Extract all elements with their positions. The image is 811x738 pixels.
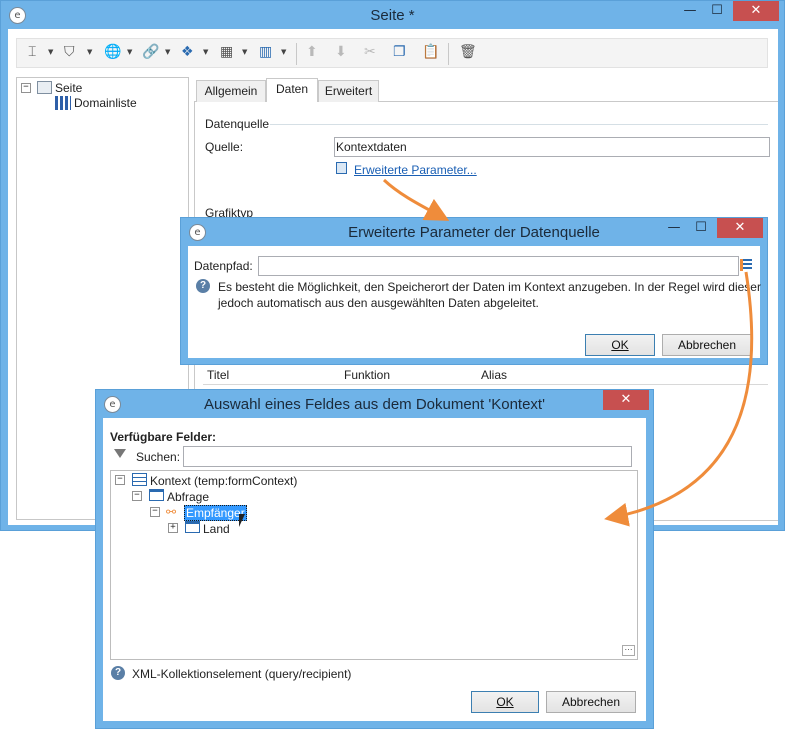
close-icon[interactable]: ✕: [717, 218, 763, 238]
collapse-icon[interactable]: −: [150, 507, 160, 517]
copy-icon[interactable]: ❐: [393, 44, 406, 60]
list-node-icon: [55, 96, 71, 110]
search-label: Suchen:: [136, 450, 181, 464]
group-divider: [270, 124, 768, 125]
close-icon[interactable]: ✕: [603, 390, 649, 410]
chevron-down-icon[interactable]: ▼: [127, 48, 132, 56]
minimize-icon[interactable]: —: [677, 1, 703, 21]
column-alias[interactable]: Alias: [481, 368, 507, 382]
source-label: Quelle:: [205, 140, 244, 154]
path-input[interactable]: [258, 256, 739, 276]
params-cancel-button[interactable]: Abbrechen: [662, 334, 752, 356]
ok-label: OK: [496, 695, 514, 709]
globe-icon[interactable]: 🌐: [104, 44, 121, 60]
maximize-icon[interactable]: ☐: [703, 1, 731, 21]
collapse-icon[interactable]: −: [132, 491, 142, 501]
more-icon[interactable]: ···: [622, 645, 635, 656]
table-icon[interactable]: ▦: [220, 44, 233, 60]
available-fields-label: Verfügbare Felder:: [110, 430, 217, 444]
advanced-parameters-link[interactable]: Erweiterte Parameter...: [354, 163, 477, 177]
help-icon: ?: [111, 666, 125, 680]
toolbar-separator: [448, 43, 449, 65]
chevron-down-icon[interactable]: ▼: [242, 48, 247, 56]
tree-node-seite[interactable]: Seite: [55, 81, 82, 95]
context-node-icon: [132, 473, 147, 486]
filter-settings-icon[interactable]: ⛉: [64, 44, 75, 60]
chevron-down-icon[interactable]: ▼: [203, 48, 208, 56]
move-up-icon[interactable]: ⬆: [306, 44, 318, 60]
tab-erweitert[interactable]: Erweitert: [318, 80, 379, 102]
search-input[interactable]: [183, 446, 632, 467]
expand-icon[interactable]: +: [168, 523, 178, 533]
page-node-icon: [37, 81, 52, 94]
source-value: Kontextdaten: [336, 140, 407, 154]
tree-node-abfrage[interactable]: Abfrage: [167, 490, 209, 504]
minimize-icon[interactable]: —: [661, 218, 687, 238]
column-funktion[interactable]: Funktion: [344, 368, 390, 382]
insert-field-icon[interactable]: ⌶: [28, 44, 36, 60]
link-node-icon: ⚯: [166, 505, 177, 519]
chevron-down-icon[interactable]: ▼: [87, 48, 92, 56]
maximize-icon[interactable]: ☐: [687, 218, 715, 238]
tree-node-empfaenger[interactable]: Empfänger: [184, 505, 247, 521]
path-label: Datenpfad:: [194, 259, 253, 273]
parameters-icon: [336, 162, 347, 174]
collapse-icon[interactable]: −: [21, 83, 31, 93]
move-down-icon[interactable]: ⬇: [335, 44, 347, 60]
help-text-line-2: jedoch automatisch aus den ausgewählten …: [218, 296, 539, 310]
footer-help-text: XML-Kollektionselement (query/recipient): [132, 667, 352, 681]
main-titlebar[interactable]: e Seite * — ☐ ✕: [1, 1, 784, 29]
help-text-line-1: Es besteht die Möglichkeit, den Speicher…: [218, 280, 761, 294]
columns-icon[interactable]: ▥: [259, 44, 272, 60]
funnel-icon: [114, 449, 126, 458]
field-titlebar[interactable]: e Auswahl eines Feldes aus dem Dokument …: [96, 390, 653, 418]
query-node-icon: [149, 489, 164, 501]
datasource-group-label: Datenquelle: [205, 117, 270, 131]
cancel-label: Abbrechen: [561, 695, 621, 709]
help-icon: ?: [196, 279, 210, 293]
chevron-down-icon[interactable]: ▼: [165, 48, 170, 56]
params-ok-button[interactable]: OK: [585, 334, 655, 356]
params-titlebar[interactable]: e Erweiterte Parameter der Datenquelle —…: [181, 218, 767, 246]
field-ok-button[interactable]: OK: [471, 691, 539, 713]
cut-icon[interactable]: ✂: [364, 44, 376, 60]
field-dialog-title: Auswahl eines Feldes aus dem Dokument 'K…: [204, 396, 545, 413]
layers-icon[interactable]: ❖: [181, 44, 194, 60]
land-node-icon: [185, 521, 200, 533]
paste-icon[interactable]: 📋: [422, 44, 439, 60]
tree-node-kontext[interactable]: Kontext (temp:formContext): [150, 474, 297, 488]
link-icon[interactable]: 🔗: [142, 44, 159, 60]
collapse-icon[interactable]: −: [115, 475, 125, 485]
delete-icon[interactable]: 🗑: [459, 44, 477, 60]
chevron-down-icon[interactable]: ▼: [48, 48, 53, 56]
tree-node-land[interactable]: Land: [203, 522, 230, 536]
toolbar-separator: [296, 43, 297, 65]
field-cancel-button[interactable]: Abbrechen: [546, 691, 636, 713]
field-picker-icon[interactable]: [740, 259, 752, 271]
cancel-label: Abbrechen: [677, 338, 737, 352]
source-field[interactable]: Kontextdaten: [334, 137, 770, 157]
tab-daten[interactable]: Daten: [266, 78, 318, 102]
main-window-title: Seite *: [370, 7, 415, 24]
column-titel[interactable]: Titel: [207, 368, 229, 382]
tree-node-domainliste[interactable]: Domainliste: [74, 96, 137, 110]
chevron-down-icon[interactable]: ▼: [281, 48, 286, 56]
tab-allgemein[interactable]: Allgemein: [196, 80, 266, 102]
close-icon[interactable]: ✕: [733, 1, 779, 21]
ok-label: OK: [611, 338, 629, 352]
mouse-cursor-icon: [239, 514, 245, 527]
